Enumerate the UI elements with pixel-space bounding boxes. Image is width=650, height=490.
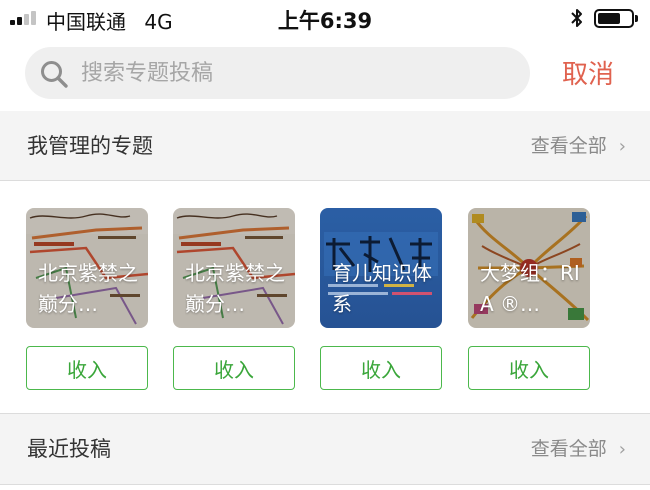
- topic-thumbnail[interactable]: 大梦组：RIA ®…: [468, 208, 590, 328]
- view-all-posts-link[interactable]: 查看全部 ›: [531, 414, 626, 485]
- status-bar: 中国联通 4G 上午6:39: [0, 0, 650, 36]
- search-box[interactable]: [25, 47, 530, 99]
- topic-thumbnail[interactable]: 北京紫禁之巅分…: [173, 208, 295, 328]
- topic-title: 北京紫禁之巅分…: [38, 261, 138, 316]
- topic-title: 北京紫禁之巅分…: [185, 261, 285, 316]
- topic-title: 大梦组：RIA ®…: [480, 261, 580, 316]
- view-all-label: 查看全部: [530, 135, 607, 157]
- cancel-button[interactable]: 取消: [562, 54, 632, 90]
- collect-button[interactable]: 收入: [320, 346, 442, 390]
- divider: [0, 484, 650, 485]
- battery-icon: [594, 9, 638, 28]
- battery-fill: [598, 13, 620, 24]
- search-bar: 取消: [0, 36, 650, 111]
- collect-button[interactable]: 收入: [26, 346, 148, 390]
- section-title: 最近投稿: [27, 437, 111, 461]
- status-time: 上午6:39: [277, 9, 373, 33]
- search-input[interactable]: [81, 47, 511, 99]
- view-all-label: 查看全部: [530, 438, 607, 460]
- search-icon: [41, 61, 68, 88]
- topic-title: 育儿知识体系: [332, 261, 432, 316]
- view-all-topics-link[interactable]: 查看全部 ›: [531, 111, 626, 182]
- chevron-right-icon: ›: [618, 136, 626, 157]
- section-title: 我管理的专题: [27, 134, 153, 158]
- topic-thumbnail[interactable]: 北京紫禁之巅分…: [26, 208, 148, 328]
- chevron-right-icon: ›: [618, 439, 626, 460]
- collect-button[interactable]: 收入: [468, 346, 590, 390]
- collect-button[interactable]: 收入: [173, 346, 295, 390]
- managed-topics-header: 我管理的专题 查看全部 ›: [0, 111, 650, 181]
- recent-posts-header: 最近投稿 查看全部 ›: [0, 414, 650, 484]
- bluetooth-icon: [571, 9, 582, 27]
- topic-list: 北京紫禁之巅分… 收入 北京紫禁之巅分… 收入 育儿知识体系 收入 大梦组：RI…: [0, 181, 650, 413]
- topic-thumbnail[interactable]: 育儿知识体系: [320, 208, 442, 328]
